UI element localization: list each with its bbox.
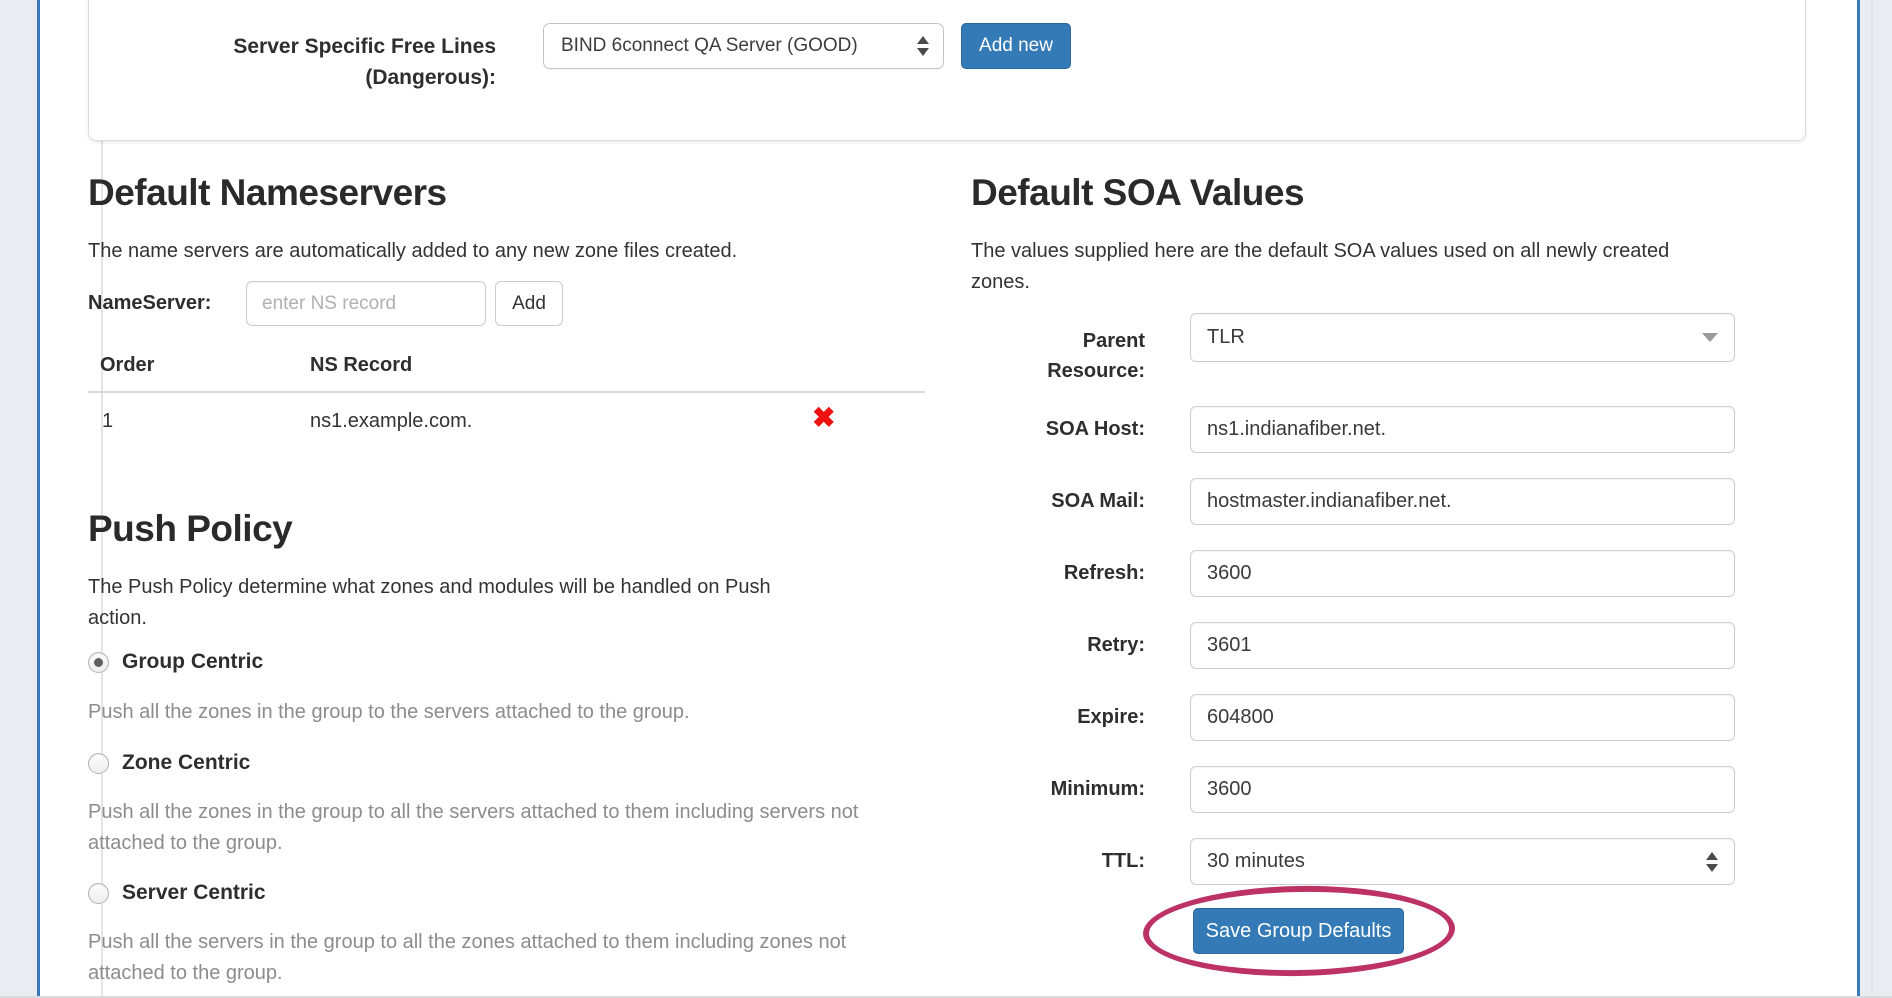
- soa-mail-value: hostmaster.indianafiber.net.: [1207, 490, 1452, 513]
- add-new-button[interactable]: Add new: [961, 23, 1071, 69]
- table-row-order: 1: [102, 410, 113, 433]
- retry-value: 3601: [1207, 634, 1252, 657]
- soa-title: Default SOA Values: [971, 170, 1304, 216]
- refresh-value: 3600: [1207, 562, 1252, 585]
- table-row-ns-record: ns1.example.com.: [310, 410, 472, 433]
- soa-host-value: ns1.indianafiber.net.: [1207, 418, 1386, 441]
- radio-option-group-centric[interactable]: Group Centric: [88, 650, 263, 674]
- delete-nameserver-icon[interactable]: ✖: [812, 404, 835, 432]
- radio-option-zone-centric[interactable]: Zone Centric: [88, 751, 250, 775]
- caret-down-icon: [1702, 333, 1718, 342]
- table-header-order: Order: [100, 354, 154, 377]
- table-header-ns-record: NS Record: [310, 354, 412, 377]
- radio-label: Group Centric: [122, 650, 263, 674]
- server-free-lines-panel: Server Specific Free Lines (Dangerous): …: [88, 0, 1806, 141]
- radio-option-server-centric[interactable]: Server Centric: [88, 881, 266, 905]
- inner-right-border: [1871, 0, 1873, 998]
- free-lines-label-line1: Server Specific Free Lines: [89, 31, 496, 62]
- expire-label: Expire:: [971, 705, 1145, 730]
- ttl-value: 30 minutes: [1207, 850, 1305, 873]
- push-policy-title: Push Policy: [88, 506, 292, 552]
- free-lines-label: Server Specific Free Lines (Dangerous):: [89, 31, 496, 93]
- expire-input[interactable]: 604800: [1190, 694, 1735, 741]
- expire-value: 604800: [1207, 706, 1274, 729]
- zone-centric-description: Push all the zones in the group to all t…: [88, 797, 908, 859]
- push-policy-description: The Push Policy determine what zones and…: [88, 572, 808, 634]
- refresh-input[interactable]: 3600: [1190, 550, 1735, 597]
- nameserver-input[interactable]: enter NS record: [246, 281, 486, 326]
- parent-resource-label: Parent Resource:: [1025, 326, 1145, 386]
- radio-label: Server Centric: [122, 881, 266, 905]
- ttl-select[interactable]: 30 minutes: [1190, 838, 1735, 885]
- soa-host-input[interactable]: ns1.indianafiber.net.: [1190, 406, 1735, 453]
- radio-unselected-icon[interactable]: [88, 753, 109, 774]
- nameservers-title: Default Nameservers: [88, 170, 447, 216]
- retry-input[interactable]: 3601: [1190, 622, 1735, 669]
- free-lines-label-line2: (Dangerous):: [89, 62, 496, 93]
- group-centric-description: Push all the zones in the group to the s…: [88, 697, 908, 728]
- minimum-value: 3600: [1207, 778, 1252, 801]
- table-divider: [88, 391, 925, 393]
- save-group-defaults-button[interactable]: Save Group Defaults: [1193, 908, 1404, 954]
- minimum-input[interactable]: 3600: [1190, 766, 1735, 813]
- add-nameserver-button[interactable]: Add: [495, 281, 563, 326]
- parent-resource-dropdown[interactable]: TLR: [1190, 313, 1735, 362]
- parent-resource-value: TLR: [1207, 326, 1245, 349]
- server-centric-description: Push all the servers in the group to all…: [88, 927, 908, 989]
- radio-unselected-icon[interactable]: [88, 883, 109, 904]
- soa-mail-label: SOA Mail:: [971, 489, 1145, 514]
- server-select[interactable]: BIND 6connect QA Server (GOOD): [543, 23, 944, 69]
- minimum-label: Minimum:: [971, 777, 1145, 802]
- radio-selected-icon[interactable]: [88, 652, 109, 673]
- nameserver-field-label: NameServer:: [88, 292, 211, 315]
- nameservers-description: The name servers are automatically added…: [88, 236, 928, 267]
- server-select-value: BIND 6connect QA Server (GOOD): [561, 35, 858, 57]
- select-stepper-icon: [1706, 852, 1718, 872]
- soa-description: The values supplied here are the default…: [971, 236, 1731, 298]
- retry-label: Retry:: [971, 633, 1145, 658]
- soa-host-label: SOA Host:: [971, 417, 1145, 442]
- nameserver-input-placeholder: enter NS record: [262, 293, 396, 315]
- refresh-label: Refresh:: [971, 561, 1145, 586]
- soa-mail-input[interactable]: hostmaster.indianafiber.net.: [1190, 478, 1735, 525]
- ttl-label: TTL:: [971, 849, 1145, 874]
- select-stepper-icon: [917, 36, 929, 56]
- radio-label: Zone Centric: [122, 751, 250, 775]
